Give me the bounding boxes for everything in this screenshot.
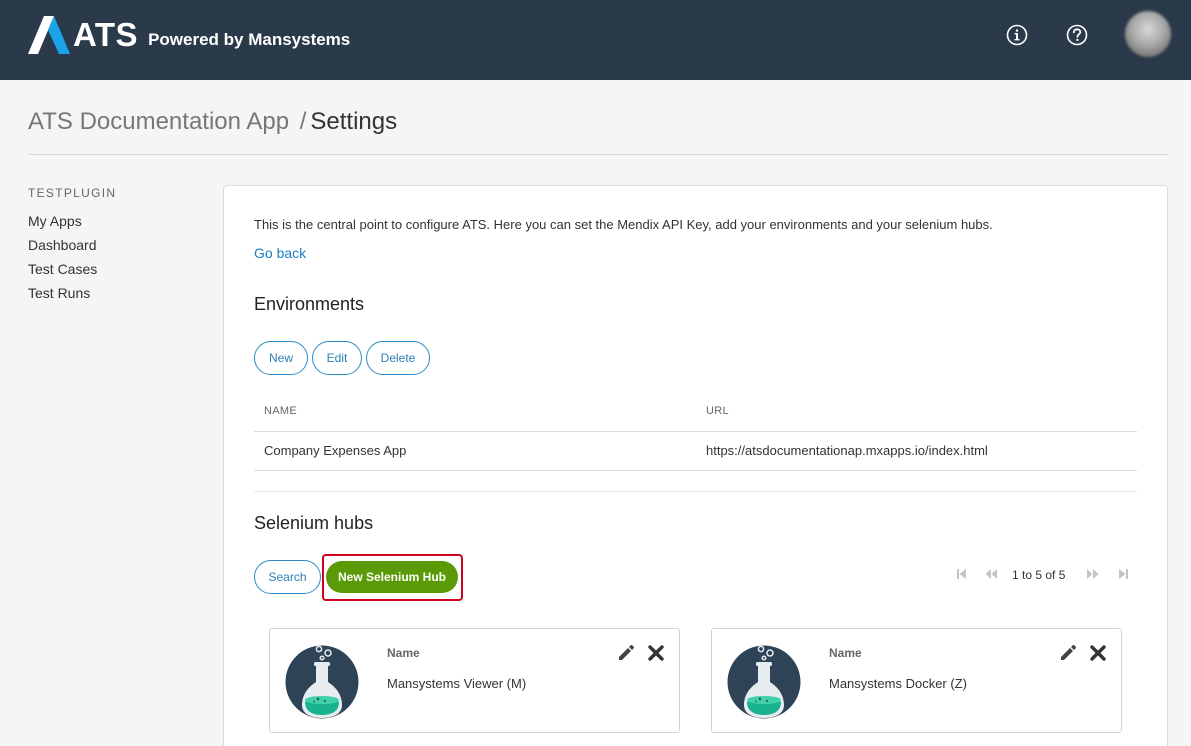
environment-name-cell[interactable]: Company Expenses App (264, 443, 406, 458)
logo-text: ATS (73, 16, 139, 53)
table-row-divider (254, 470, 1137, 471)
column-header-name[interactable]: NAME (264, 405, 297, 417)
edit-icon[interactable] (617, 644, 635, 662)
selenium-hubs-title: Selenium hubs (254, 513, 374, 533)
table-header-divider (254, 431, 1137, 432)
delete-icon[interactable] (1089, 644, 1107, 662)
new-selenium-hub-button[interactable]: New Selenium Hub (326, 561, 458, 593)
hub-name-value: Mansystems Docker (Z) (829, 676, 967, 691)
environments-title: Environments (254, 294, 365, 314)
logo-subtext: Powered by Mansystems (148, 30, 351, 49)
flask-icon (285, 645, 359, 719)
hub-name-label: Name (829, 646, 862, 660)
breadcrumb: ATS Documentation App / Settings (28, 108, 397, 136)
previous-page-icon[interactable] (985, 568, 997, 580)
delete-environment-button[interactable]: Delete (366, 341, 430, 375)
selenium-hub-card[interactable]: Name Mansystems Docker (Z) (711, 628, 1122, 733)
breadcrumb-separator: / (299, 108, 307, 135)
section-divider (254, 491, 1137, 492)
search-button[interactable]: Search (254, 560, 321, 594)
ats-logo[interactable]: ATS Powered by Mansystems (28, 16, 350, 54)
sidebar-heading: TESTPLUGIN (28, 186, 117, 200)
help-icon[interactable] (1066, 24, 1088, 46)
edit-environment-button[interactable]: Edit (312, 341, 362, 375)
first-page-icon[interactable] (955, 568, 967, 580)
environment-url-cell[interactable]: https://atsdocumentationap.mxapps.io/ind… (706, 443, 988, 458)
flask-icon (727, 645, 801, 719)
info-icon[interactable] (1006, 24, 1028, 46)
top-bar: ATS Powered by Mansystems (0, 0, 1191, 80)
next-page-icon[interactable] (1087, 568, 1099, 580)
delete-icon[interactable] (647, 644, 665, 662)
sidebar-item-my-apps[interactable]: My Apps (28, 213, 82, 229)
sidebar-item-dashboard[interactable]: Dashboard (28, 237, 97, 253)
header-divider (28, 154, 1168, 155)
user-avatar[interactable] (1125, 11, 1171, 57)
sidebar-item-test-cases[interactable]: Test Cases (28, 261, 97, 277)
hub-name-label: Name (387, 646, 420, 660)
last-page-icon[interactable] (1118, 568, 1130, 580)
edit-icon[interactable] (1059, 644, 1077, 662)
pager-text: 1 to 5 of 5 (1012, 568, 1066, 582)
column-header-url[interactable]: URL (706, 405, 729, 417)
selenium-hub-card[interactable]: Name Mansystems Viewer (M) (269, 628, 680, 733)
ats-logo-icon (28, 16, 70, 54)
page-title: Settings (310, 108, 398, 135)
intro-text: This is the central point to configure A… (254, 217, 993, 232)
breadcrumb-app[interactable]: ATS Documentation App (28, 108, 289, 135)
hub-name-value: Mansystems Viewer (M) (387, 676, 527, 691)
new-environment-button[interactable]: New (254, 341, 308, 375)
sidebar-item-test-runs[interactable]: Test Runs (28, 285, 90, 301)
go-back-link[interactable]: Go back (254, 245, 306, 261)
